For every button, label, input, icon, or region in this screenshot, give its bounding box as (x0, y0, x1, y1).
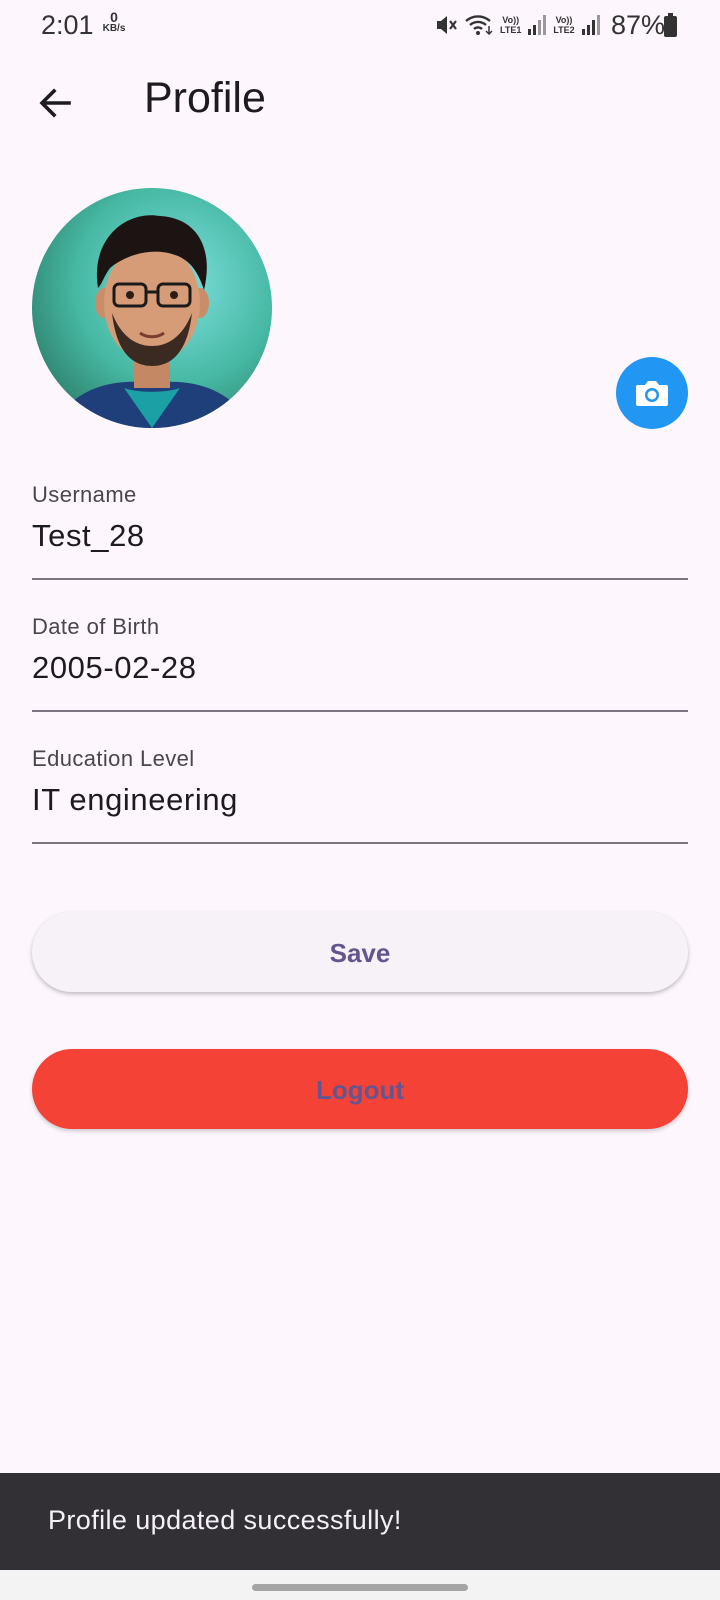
sim2-lte: LTE2 (553, 25, 575, 35)
signal-icon (581, 15, 600, 35)
save-button[interactable]: Save (32, 912, 688, 992)
battery-icon (664, 13, 677, 37)
logout-button[interactable]: Logout (32, 1049, 688, 1129)
status-time: 2:01 (41, 10, 94, 40)
username-input[interactable] (32, 518, 688, 554)
snackbar: Profile updated successfully! (0, 1473, 720, 1570)
status-icons: Vo)) LTE1 Vo)) LTE2 (434, 12, 601, 38)
sim2-volte: Vo)) (555, 15, 573, 25)
username-label: Username (32, 482, 137, 507)
sim2-label: Vo)) LTE2 (553, 15, 574, 35)
sim1-lte: LTE1 (500, 25, 522, 35)
mute-icon (437, 16, 457, 34)
battery-percent: 87% (611, 10, 666, 40)
app-bar: Profile (0, 60, 720, 140)
avatar-image (32, 188, 272, 428)
status-bar: 2:01 0 KB/s Vo)) LTE1 Vo)) LTE2 87% (0, 0, 720, 52)
page-title: Profile (144, 74, 266, 122)
wifi-icon (465, 15, 493, 36)
home-indicator[interactable] (252, 1584, 468, 1591)
signal-icon (528, 15, 547, 35)
education-field[interactable]: Education Level (32, 746, 688, 844)
education-input[interactable] (32, 782, 688, 818)
sim1-volte: Vo)) (502, 15, 520, 25)
username-field[interactable]: Username (32, 482, 688, 580)
dob-field[interactable]: Date of Birth (32, 614, 688, 712)
snackbar-message: Profile updated successfully! (48, 1505, 402, 1535)
net-speed: 0 KB/s (100, 9, 128, 34)
net-speed-unit: KB/s (102, 23, 126, 34)
arrow-back-icon (39, 88, 71, 118)
back-button[interactable] (30, 78, 80, 128)
gesture-nav-bar (0, 1570, 720, 1600)
net-speed-value: 0 (110, 9, 118, 25)
avatar (32, 188, 272, 428)
camera-icon (636, 381, 668, 406)
dob-label: Date of Birth (32, 614, 160, 639)
dob-input[interactable] (32, 650, 688, 686)
change-photo-button[interactable] (616, 357, 688, 429)
sim1-label: Vo)) LTE1 (500, 15, 521, 35)
education-label: Education Level (32, 746, 195, 771)
